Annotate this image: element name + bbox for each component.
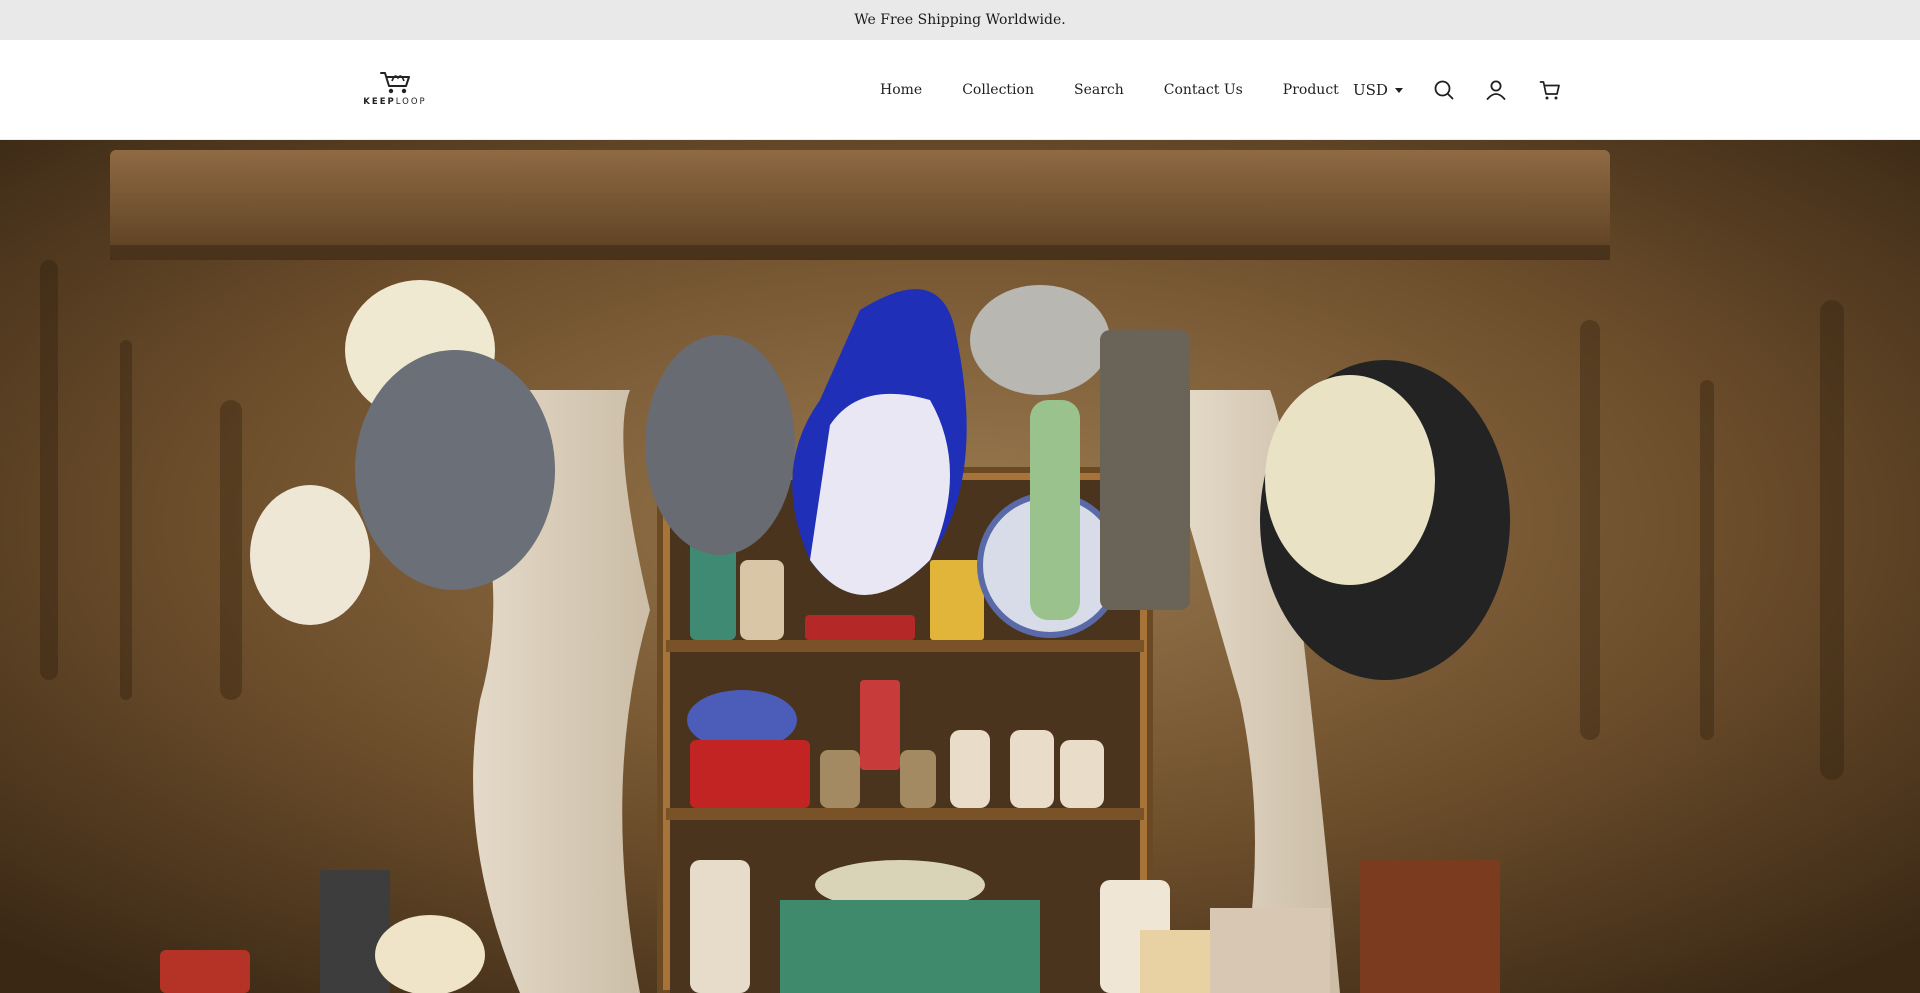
caret-down-icon xyxy=(1394,87,1403,93)
main-nav: Home Collection Search Contact Us Produc… xyxy=(880,40,1379,140)
nav-collection[interactable]: Collection xyxy=(962,82,1034,98)
site-header: KEEPLOOP Home Collection Search Contact … xyxy=(0,40,1920,140)
hero-image xyxy=(0,140,1920,993)
cart-icon[interactable] xyxy=(1538,78,1562,102)
currency-selector[interactable]: USD xyxy=(1353,40,1403,140)
nav-home[interactable]: Home xyxy=(880,82,922,98)
announcement-text: We Free Shipping Worldwide. xyxy=(854,12,1066,28)
hero-illustration xyxy=(0,140,1920,993)
user-icon[interactable] xyxy=(1484,78,1508,102)
currency-value: USD xyxy=(1353,81,1388,99)
shopping-cart-logo-icon xyxy=(380,72,410,94)
announcement-bar: We Free Shipping Worldwide. xyxy=(0,0,1920,40)
nav-product[interactable]: Product xyxy=(1283,82,1339,98)
brand-wordmark: KEEPLOOP xyxy=(363,97,427,107)
nav-contact-us[interactable]: Contact Us xyxy=(1164,82,1243,98)
search-icon[interactable] xyxy=(1432,78,1456,102)
brand-logo[interactable]: KEEPLOOP xyxy=(360,68,430,112)
nav-search[interactable]: Search xyxy=(1074,82,1124,98)
